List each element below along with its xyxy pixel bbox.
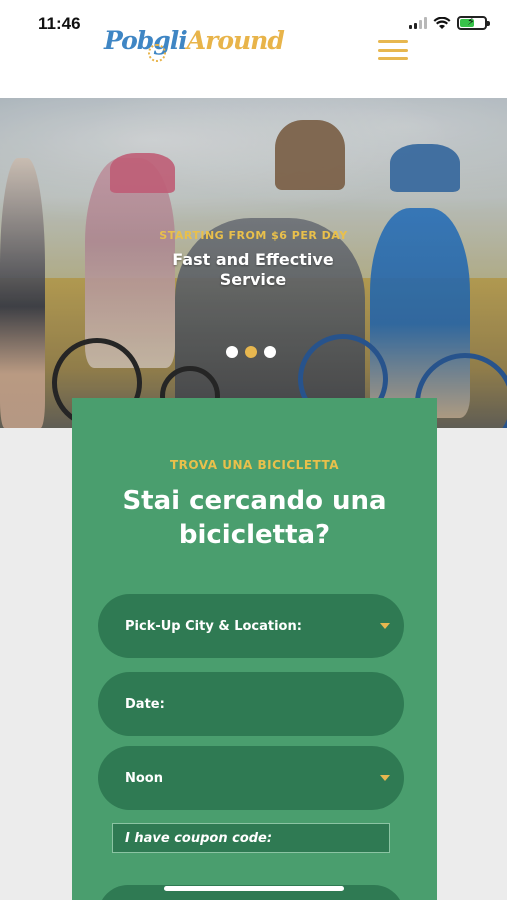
cellular-signal-icon: [409, 17, 427, 29]
battery-icon: ⚡: [457, 15, 490, 30]
form-eyebrow: TROVA UNA BICICLETTA: [169, 458, 340, 472]
status-icons: ⚡: [409, 15, 490, 30]
caret-down-icon: [380, 623, 390, 629]
form-title: Stai cercando una bicicletta?: [122, 486, 387, 550]
hero-banner: STARTING FROM $6 PER DAY Fast and Effect…: [0, 98, 507, 428]
wifi-icon: [433, 16, 451, 29]
coupon-code-label: I have coupon code:: [125, 830, 273, 846]
date-input[interactable]: Date:: [98, 672, 404, 736]
hero-title: Fast and Effective Service: [172, 250, 334, 289]
time-select[interactable]: Noon: [98, 746, 404, 810]
time-value: Noon: [125, 770, 163, 786]
pobgliaround-logo[interactable]: PobgliAround: [104, 26, 285, 55]
carousel-pagination: [226, 346, 276, 358]
carousel-dot-3[interactable]: [264, 346, 276, 358]
search-form-card: TROVA UNA BICICLETTA Stai cercando una b…: [72, 398, 437, 900]
home-indicator[interactable]: [164, 886, 344, 891]
caret-down-icon: [380, 775, 390, 781]
status-time: 11:46: [38, 14, 81, 33]
hero-eyebrow: STARTING FROM $6 PER DAY: [159, 229, 348, 242]
coupon-code-input[interactable]: I have coupon code:: [112, 823, 390, 853]
pickup-location-select[interactable]: Pick-Up City & Location:: [98, 594, 404, 658]
hamburger-menu-icon[interactable]: [378, 40, 408, 60]
pickup-location-label: Pick-Up City & Location:: [125, 618, 302, 634]
carousel-dot-1[interactable]: [226, 346, 238, 358]
app-header: PobgliAround: [0, 26, 507, 98]
carousel-dot-2[interactable]: [245, 346, 257, 358]
sun-icon: [148, 44, 166, 62]
date-label: Date:: [125, 696, 165, 712]
